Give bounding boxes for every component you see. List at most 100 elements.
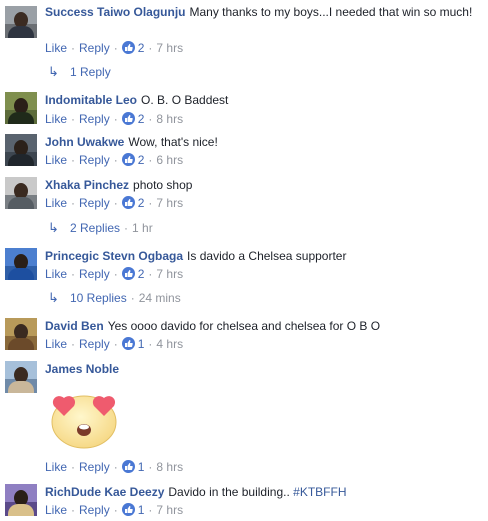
reply-button[interactable]: Reply <box>79 153 110 167</box>
like-count[interactable]: 2 <box>138 196 145 210</box>
comment-body: photo shop <box>133 178 193 192</box>
like-count[interactable]: 2 <box>138 112 145 126</box>
replies-count[interactable]: 10 Replies <box>70 291 127 305</box>
replies-time: 24 mins <box>138 291 181 305</box>
comment-text: Success Taiwo Olagunju Many thanks to my … <box>45 4 480 20</box>
timestamp[interactable]: 8 hrs <box>156 460 183 474</box>
timestamp[interactable]: 6 hrs <box>156 153 183 167</box>
thumbs-up-icon <box>121 460 135 473</box>
like-count[interactable]: 1 <box>138 460 145 474</box>
avatar[interactable] <box>5 484 37 516</box>
comment-text: David Ben Yes oooo davido for chelsea and… <box>45 318 480 334</box>
like-button[interactable]: Like <box>45 153 67 167</box>
replies-link[interactable]: ↳ 1 Reply <box>48 64 111 80</box>
comment-body: Is davido a Chelsea supporter <box>187 249 347 263</box>
reply-button[interactable]: Reply <box>79 460 110 474</box>
author-name[interactable]: John Uwakwe <box>45 135 124 149</box>
separator: · <box>130 291 135 305</box>
comment-actions: Like · Reply · 1 · 7 hrs <box>45 502 183 518</box>
timestamp[interactable]: 7 hrs <box>156 196 183 210</box>
avatar[interactable] <box>5 6 37 38</box>
comment-body: Wow, that's nice! <box>128 135 218 149</box>
author-name[interactable]: RichDude Kae Deezy <box>45 485 164 499</box>
reply-arrow-icon: ↳ <box>48 290 59 305</box>
comment-body: Yes oooo davido for chelsea and chelsea … <box>107 319 381 333</box>
reply-button[interactable]: Reply <box>79 337 110 351</box>
reply-button[interactable]: Reply <box>79 267 110 281</box>
avatar[interactable] <box>5 318 37 350</box>
separator: · <box>148 112 153 126</box>
avatar[interactable] <box>5 361 37 393</box>
avatar[interactable] <box>5 134 37 166</box>
separator: · <box>71 267 76 281</box>
replies-link[interactable]: ↳ 2 Replies · 1 hr <box>48 220 153 236</box>
separator: · <box>113 267 118 281</box>
thumbs-up-icon <box>121 196 135 209</box>
timestamp[interactable]: 4 hrs <box>156 337 183 351</box>
avatar[interactable] <box>5 248 37 280</box>
comment-text: Princegic Stevn Ogbaga Is davido a Chelse… <box>45 248 480 264</box>
avatar[interactable] <box>5 92 37 124</box>
comment-body: O. B. O Baddest <box>141 93 229 107</box>
separator: · <box>148 267 153 281</box>
like-count[interactable]: 2 <box>138 153 145 167</box>
like-button[interactable]: Like <box>45 41 67 55</box>
like-count[interactable]: 2 <box>138 41 145 55</box>
author-name[interactable]: David Ben <box>45 319 104 333</box>
separator: · <box>124 221 129 235</box>
like-button[interactable]: Like <box>45 196 67 210</box>
timestamp[interactable]: 7 hrs <box>156 503 183 517</box>
replies-count[interactable]: 1 Reply <box>70 65 111 79</box>
timestamp[interactable]: 8 hrs <box>156 112 183 126</box>
author-name[interactable]: Princegic Stevn Ogbaga <box>45 249 183 263</box>
reply-button[interactable]: Reply <box>79 196 110 210</box>
comment-body: Many thanks to my boys...I needed that w… <box>189 5 473 19</box>
reply-button[interactable]: Reply <box>79 503 110 517</box>
like-count[interactable]: 1 <box>138 337 145 351</box>
separator: · <box>148 153 153 167</box>
replies-link[interactable]: ↳ 10 Replies · 24 mins <box>48 290 181 306</box>
comment-actions: Like · Reply · 1 · 4 hrs <box>45 336 183 352</box>
separator: · <box>71 337 76 351</box>
separator: · <box>148 460 153 474</box>
author-name[interactable]: Xhaka Pinchez <box>45 178 129 192</box>
author-name[interactable]: James Noble <box>45 362 119 376</box>
like-button[interactable]: Like <box>45 112 67 126</box>
like-button[interactable]: Like <box>45 503 67 517</box>
separator: · <box>71 153 76 167</box>
like-button[interactable]: Like <box>45 460 67 474</box>
comment-text: Indomitable Leo O. B. O Baddest <box>45 92 480 108</box>
comment-actions: Like · Reply · 2 · 7 hrs <box>45 40 183 56</box>
thumbs-up-icon <box>121 337 135 350</box>
replies-count[interactable]: 2 Replies <box>70 221 120 235</box>
separator: · <box>113 112 118 126</box>
like-count[interactable]: 2 <box>138 267 145 281</box>
reply-button[interactable]: Reply <box>79 41 110 55</box>
author-name[interactable]: Success Taiwo Olagunju <box>45 5 185 19</box>
hashtag-link[interactable]: #KTBFFH <box>293 485 346 499</box>
comment-body: Davido in the building.. <box>168 485 290 499</box>
like-button[interactable]: Like <box>45 267 67 281</box>
separator: · <box>148 503 153 517</box>
reply-button[interactable]: Reply <box>79 112 110 126</box>
author-name[interactable]: Indomitable Leo <box>45 93 137 107</box>
like-count[interactable]: 1 <box>138 503 145 517</box>
timestamp[interactable]: 7 hrs <box>156 41 183 55</box>
reply-arrow-icon: ↳ <box>48 64 59 79</box>
separator: · <box>71 41 76 55</box>
timestamp[interactable]: 7 hrs <box>156 267 183 281</box>
separator: · <box>71 503 76 517</box>
avatar[interactable] <box>5 177 37 209</box>
comment-actions: Like · Reply · 2 · 8 hrs <box>45 111 183 127</box>
comment-text: James Noble <box>45 361 480 377</box>
separator: · <box>113 503 118 517</box>
separator: · <box>71 196 76 210</box>
thumbs-up-icon <box>121 112 135 125</box>
separator: · <box>71 112 76 126</box>
thumbs-up-icon <box>121 41 135 54</box>
separator: · <box>113 153 118 167</box>
separator: · <box>71 460 76 474</box>
like-button[interactable]: Like <box>45 337 67 351</box>
replies-time: 1 hr <box>132 221 153 235</box>
separator: · <box>113 337 118 351</box>
